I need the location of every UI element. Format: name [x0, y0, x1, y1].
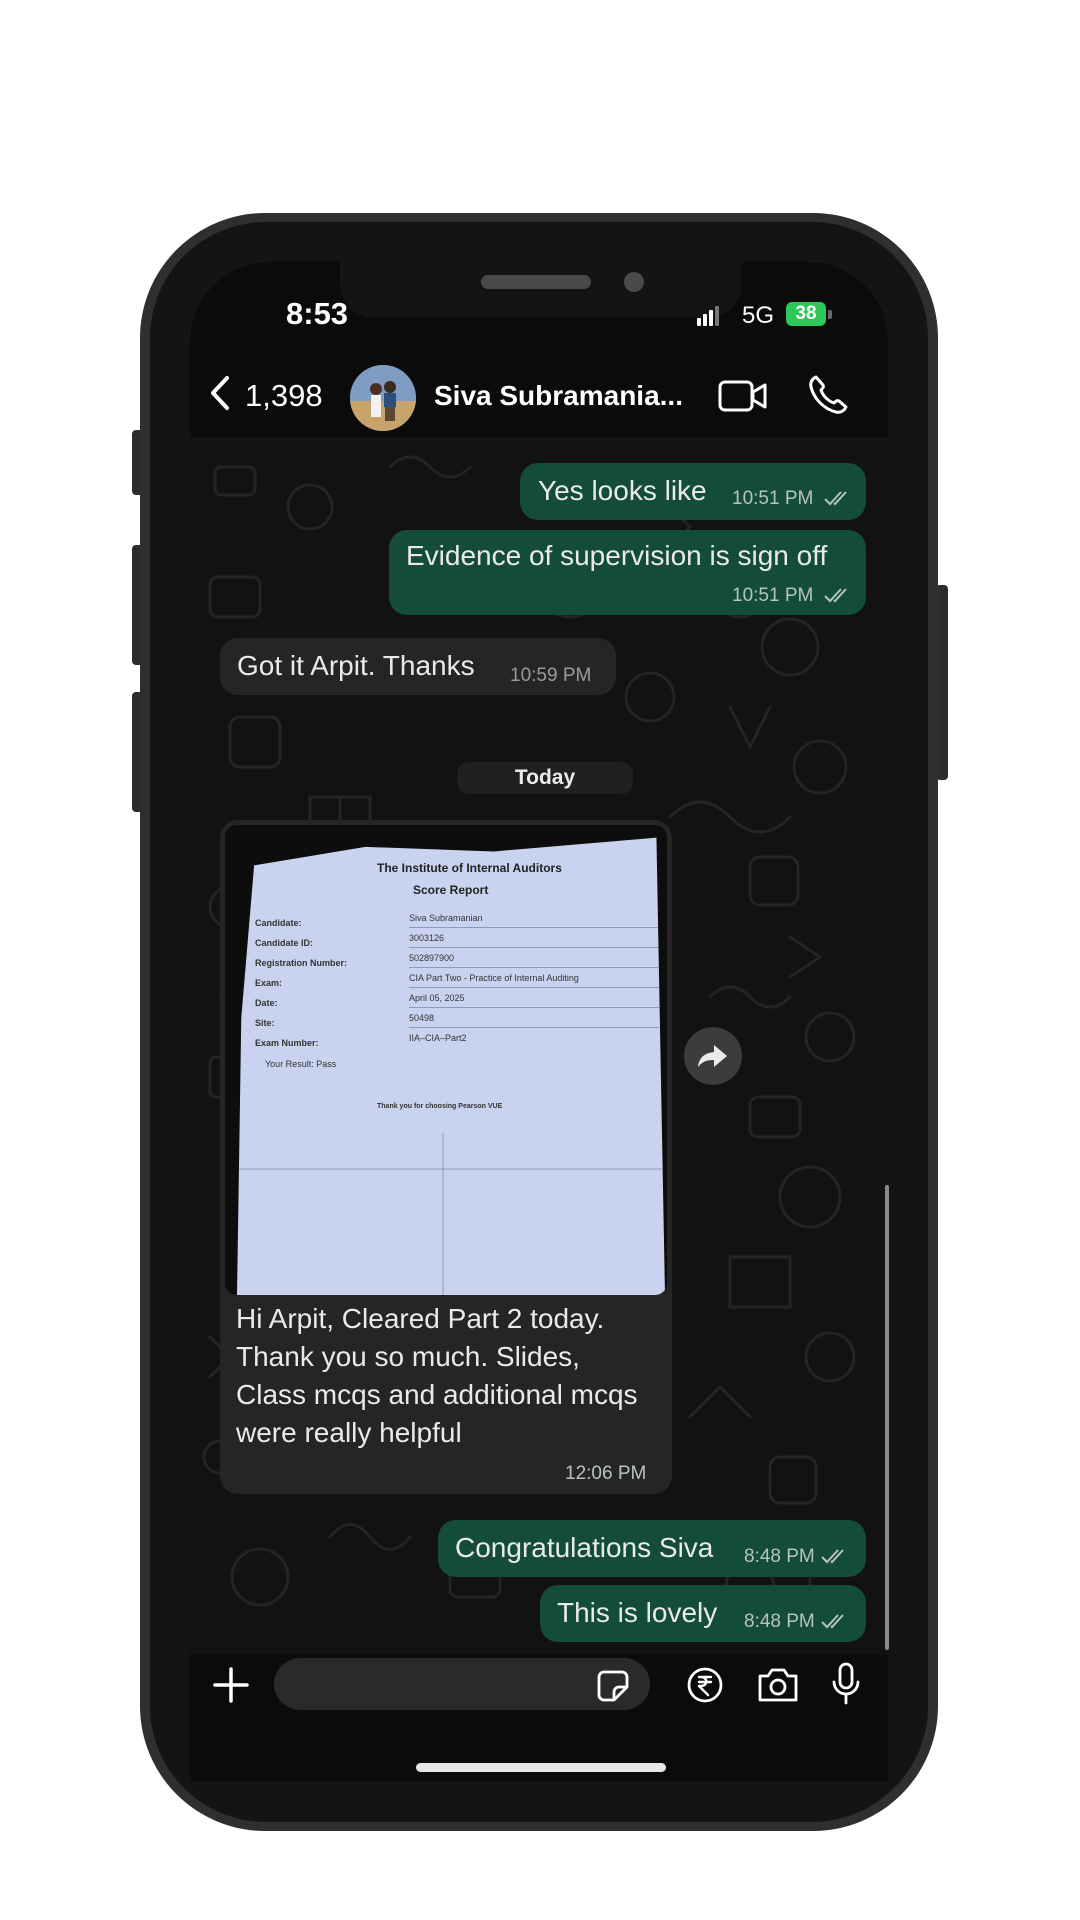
document-field-label: Candidate:: [255, 918, 302, 928]
message-time: 10:59 PM: [510, 665, 592, 686]
document-field-value: April 05, 2025: [409, 993, 465, 1003]
document-field-value: 502897900: [409, 953, 455, 963]
document-field-label: Site:: [255, 1018, 275, 1028]
document-title: The Institute of Internal Auditors: [377, 861, 562, 875]
rupee-icon[interactable]: [686, 1666, 724, 1704]
front-camera: [624, 272, 644, 292]
read-receipt-icon: [821, 1614, 844, 1629]
message-time: 8:48 PM: [744, 1546, 815, 1567]
document-rule: [409, 927, 659, 928]
message-bubble-incoming[interactable]: Got it Arpit. Thanks 10:59 PM: [220, 638, 616, 695]
camera-icon[interactable]: [756, 1666, 800, 1704]
document-field-label: Exam Number:: [255, 1038, 319, 1048]
document-rule: [409, 987, 659, 988]
network-type: 5G: [742, 302, 775, 329]
forward-button[interactable]: [684, 1027, 742, 1085]
scrollbar[interactable]: [885, 1185, 889, 1650]
message-text: Got it Arpit. Thanks: [237, 650, 475, 681]
read-receipt-icon: [824, 588, 847, 603]
message-text: This is lovely: [557, 1597, 718, 1628]
document-subtitle: Score Report: [413, 883, 489, 897]
message-time: 8:48 PM: [744, 1611, 815, 1632]
photo-attachment[interactable]: The Institute of Internal Auditors Score…: [225, 825, 667, 1295]
message-time: 10:51 PM: [732, 585, 814, 606]
earpiece-speaker: [481, 275, 591, 289]
message-input[interactable]: [274, 1658, 650, 1710]
document-field-value: 3003126: [409, 933, 445, 943]
signal-icon: [697, 304, 723, 326]
document-field-value: CIA Part Two - Practice of Internal Audi…: [409, 973, 579, 983]
document-result: Your Result: Pass: [265, 1059, 337, 1069]
document-field-value: Siva Subramanian: [409, 913, 483, 923]
document-field-label: Candidate ID:: [255, 938, 314, 948]
document-field-value: 50498: [409, 1013, 435, 1023]
back-unread-count[interactable]: 1,398: [245, 378, 323, 414]
document-rule: [409, 967, 659, 968]
message-bubble-outgoing[interactable]: Evidence of supervision is sign off 10:5…: [389, 530, 866, 615]
document-rule: [409, 1007, 659, 1008]
message-bubble-outgoing[interactable]: Congratulations Siva 8:48 PM: [438, 1520, 866, 1577]
battery-tip: [828, 310, 832, 319]
document-footer: Thank you for choosing Pearson VUE: [377, 1103, 503, 1110]
score-report-document: The Institute of Internal Auditors Score…: [237, 837, 665, 1295]
message-bubble-outgoing[interactable]: Yes looks like 10:51 PM: [520, 463, 866, 520]
contact-name[interactable]: Siva Subramania...: [434, 380, 683, 412]
message-time: 10:51 PM: [732, 488, 814, 509]
document-rule: [409, 1027, 659, 1028]
document-field-label: Date:: [255, 998, 278, 1008]
avatar[interactable]: [350, 365, 416, 431]
status-time: 8:53: [286, 296, 349, 331]
document-field-value: IIA–CIA–Part2: [409, 1033, 467, 1043]
forward-icon: [698, 1045, 727, 1067]
message-bubble-outgoing[interactable]: This is lovely 8:48 PM: [540, 1585, 866, 1642]
sticker-icon[interactable]: [596, 1669, 630, 1703]
document-field-label: Registration Number:: [255, 958, 348, 968]
document-field-label: Exam:: [255, 978, 283, 988]
plus-icon[interactable]: [211, 1665, 251, 1705]
home-indicator[interactable]: [416, 1763, 666, 1772]
back-chevron-icon[interactable]: [203, 372, 239, 414]
photo-caption: Hi Arpit, Cleared Part 2 today. Thank yo…: [236, 1303, 638, 1448]
video-call-icon[interactable]: [718, 378, 768, 414]
message-time: 12:06 PM: [565, 1463, 647, 1484]
voice-call-icon[interactable]: [806, 373, 850, 417]
document-rule: [409, 947, 659, 948]
battery-icon: 38: [786, 302, 826, 326]
message-text: Evidence of supervision is sign off: [406, 540, 828, 571]
microphone-icon[interactable]: [832, 1662, 860, 1706]
message-text: Congratulations Siva: [455, 1532, 714, 1563]
message-text: Yes looks like: [538, 475, 707, 506]
date-separator: Today: [457, 762, 633, 794]
read-receipt-icon: [824, 491, 847, 506]
read-receipt-icon: [821, 1549, 844, 1564]
notch: [340, 262, 742, 318]
